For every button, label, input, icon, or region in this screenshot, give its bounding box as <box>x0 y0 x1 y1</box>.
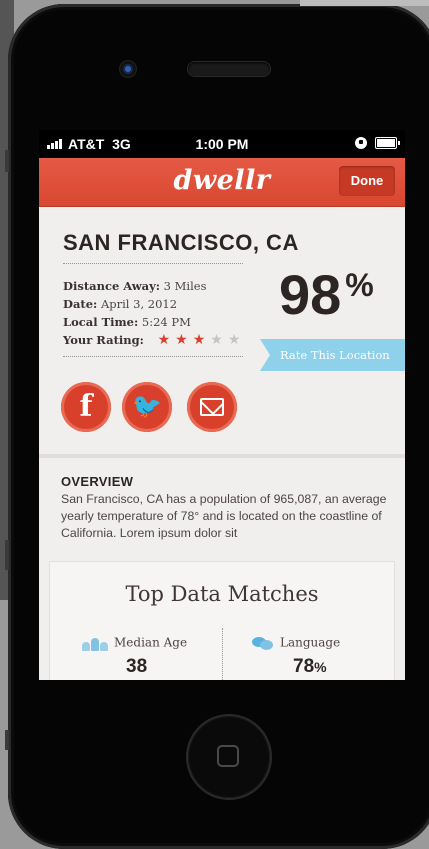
home-button[interactable] <box>188 716 270 798</box>
top-data-matches-card: Top Data Matches Median Age 38 Language … <box>50 562 394 680</box>
front-camera <box>120 61 136 77</box>
section-divider <box>39 454 405 458</box>
done-button[interactable]: Done <box>339 166 395 196</box>
earpiece-speaker <box>188 62 270 76</box>
facebook-share-button[interactable]: f <box>61 382 111 432</box>
card-title: Top Data Matches <box>125 582 319 606</box>
detail-date: Date: April 3, 2012 <box>63 297 178 311</box>
metric-median-age-label: Median Age <box>82 635 187 651</box>
metric-language-label: Language <box>252 635 340 651</box>
status-time: 1:00 PM <box>195 136 249 152</box>
city-title: SAN FRANCISCO, CA <box>63 230 299 255</box>
nav-bar: dwellr Done <box>39 158 405 206</box>
volume-button[interactable] <box>5 540 9 570</box>
rate-location-button[interactable]: Rate This Location <box>260 339 405 371</box>
speech-bubble-icon <box>252 635 274 651</box>
metric-language-value: 78% <box>293 656 327 677</box>
detail-local-time: Local Time: 5:24 PM <box>63 315 191 329</box>
overview-text: San Francisco, CA has a population of 96… <box>61 492 387 540</box>
mute-switch[interactable] <box>5 150 9 172</box>
detail-rating: Your Rating: ★ ★ ★ ★ ★ <box>63 331 241 349</box>
mail-icon <box>200 398 224 416</box>
detail-distance: Distance Away: 3 Miles <box>63 279 207 293</box>
star-icon[interactable]: ★ <box>228 331 241 349</box>
star-icon[interactable]: ★ <box>175 331 188 349</box>
metric-median-age-value: 38 <box>126 656 148 677</box>
twitter-share-button[interactable]: 🐦 <box>122 382 172 432</box>
people-icon <box>82 635 108 651</box>
overview-title: OVERVIEW <box>61 474 134 489</box>
orientation-lock-icon <box>355 137 367 149</box>
email-share-button[interactable] <box>187 382 237 432</box>
facebook-icon: f <box>79 389 93 424</box>
star-icon[interactable]: ★ <box>210 331 223 349</box>
star-icon[interactable]: ★ <box>158 331 171 349</box>
card-divider <box>222 628 223 680</box>
details-divider <box>63 356 243 357</box>
side-button[interactable] <box>5 730 9 750</box>
title-divider <box>63 263 243 264</box>
app-screen: AT&T 3G 1:00 PM dwellr Done SAN FRANCISC… <box>39 130 405 680</box>
battery-icon <box>375 137 400 149</box>
twitter-icon: 🐦 <box>132 393 162 420</box>
rating-stars[interactable]: ★ ★ ★ ★ ★ <box>158 331 241 349</box>
phone-top-edge <box>300 0 429 6</box>
match-percent: 98% <box>279 263 374 326</box>
location-details: Distance Away: 3 Miles Date: April 3, 20… <box>63 277 240 349</box>
status-bar: AT&T 3G 1:00 PM <box>39 130 405 158</box>
star-icon[interactable]: ★ <box>193 331 206 349</box>
